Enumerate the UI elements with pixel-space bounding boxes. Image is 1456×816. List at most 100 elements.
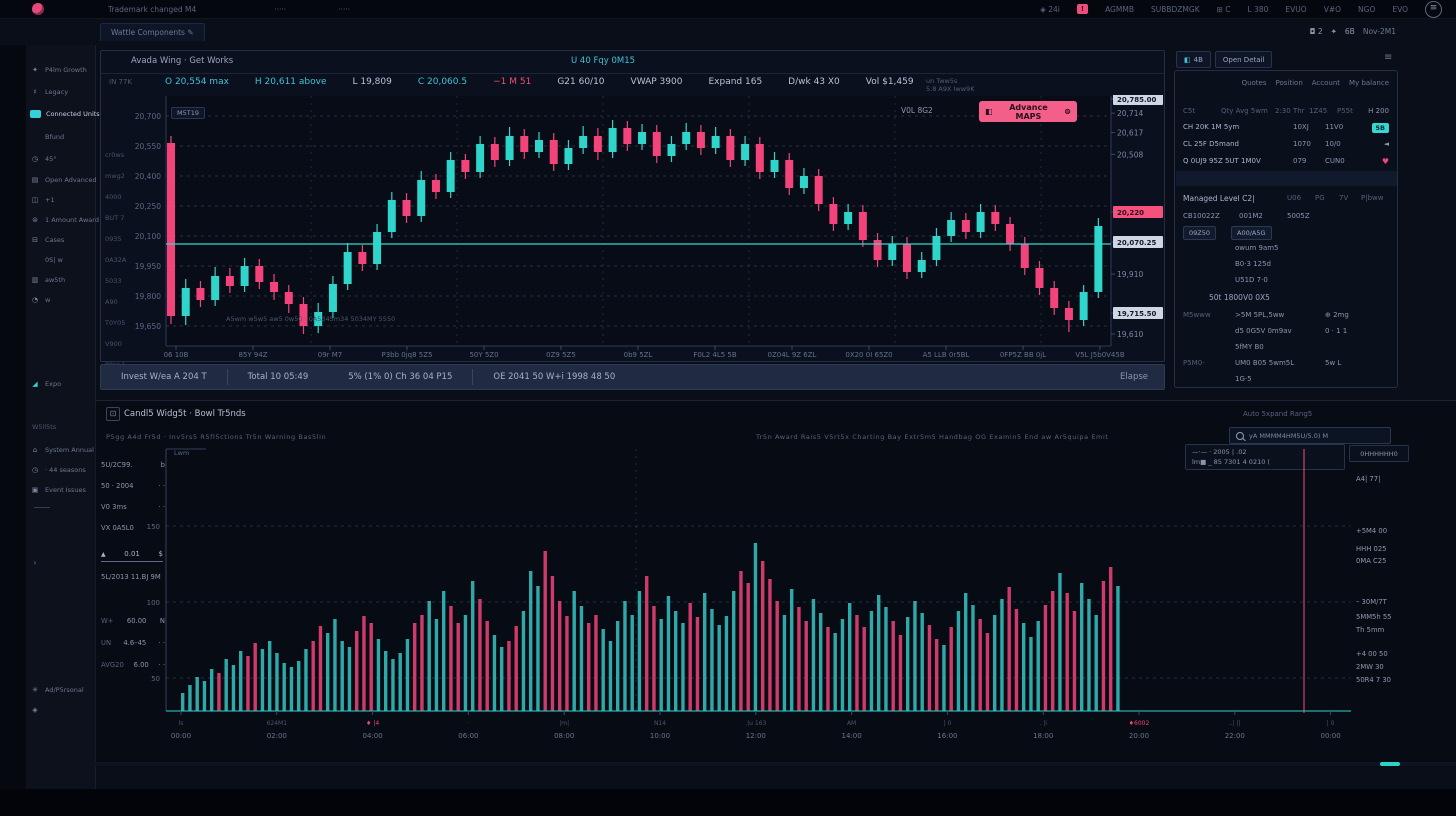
menu-item[interactable]: ◈ 24i: [1040, 5, 1060, 14]
notification-badge[interactable]: !: [1077, 4, 1088, 14]
volume-bar: [333, 619, 336, 711]
volume-bar: [232, 665, 235, 711]
menu-item[interactable]: EVO: [1392, 5, 1408, 14]
volume-bar: [645, 576, 648, 711]
x-axis-label: 50Y 5Z0: [469, 351, 498, 359]
stepper-value[interactable]: 0.01: [124, 550, 140, 558]
candle: [844, 212, 852, 224]
menu-item[interactable]: ·····: [338, 5, 350, 14]
volume-bar: [768, 579, 771, 711]
menu-item[interactable]: NGO: [1358, 5, 1375, 14]
panel-links-row: Quotes Position Account My balance: [1242, 79, 1389, 87]
advanced-maps-button[interactable]: ◧ Advance MAPS ⊜: [979, 101, 1077, 122]
sidebar-item[interactable]: ⊜1 Amount Award: [30, 216, 99, 224]
status-right-label: Elapse: [1120, 372, 1164, 382]
menu-item[interactable]: V#O: [1324, 5, 1341, 14]
menu-item[interactable]: Trademark changed M4: [108, 5, 196, 14]
sidebar-gutter: [0, 45, 26, 790]
info-label: 5U/2C99.: [101, 461, 132, 469]
panel-link[interactable]: Quotes: [1242, 79, 1267, 87]
volume-bar: [913, 601, 916, 711]
sidebar-item[interactable]: ◈: [30, 706, 45, 714]
panel-tab[interactable]: ◧4B: [1176, 51, 1211, 68]
menu-icon[interactable]: ≡: [1425, 1, 1442, 18]
x-axis-label: P3bb 0jq8 5Z5: [381, 351, 432, 359]
order-row-name[interactable]: CH 20K 1M 5ym: [1183, 123, 1239, 131]
volume-bar: [703, 593, 706, 711]
sidebar-item[interactable]: ▤Open Advanced: [30, 176, 97, 184]
sidebar-item[interactable]: ◫+1: [30, 196, 55, 204]
right-axis-label: A4| 77|: [1356, 475, 1380, 483]
volume-bar: [442, 591, 445, 711]
sidebar-item[interactable]: Connected Units: [30, 110, 100, 118]
menu-item[interactable]: L 380: [1248, 5, 1269, 14]
panel-link[interactable]: My balance: [1349, 79, 1389, 87]
sidebar-item[interactable]: ◔w: [30, 296, 50, 304]
menu-item[interactable]: EVUO: [1285, 5, 1306, 14]
x-axis-label: 85Y 94Z: [238, 351, 267, 359]
price-badge-label: 19,715.50: [1117, 310, 1157, 318]
sidebar-item[interactable]: ◢Expo: [30, 380, 61, 388]
sidebar-item[interactable]: Bfund: [30, 133, 64, 141]
stepper-up-icon[interactable]: ▲: [101, 551, 106, 558]
volume-bar: [297, 661, 300, 711]
candle: [785, 160, 793, 188]
sidebar-item[interactable]: ▥aw5th: [30, 276, 65, 284]
volume-bar: [993, 615, 996, 711]
toolbar-icon[interactable]: ◘ 2: [1310, 27, 1323, 36]
volume-bar: [616, 621, 619, 711]
sidebar-item[interactable]: ✦P4lm Growth: [30, 66, 87, 74]
candle: [211, 276, 219, 300]
menu-item[interactable]: SUBBDZMGK: [1151, 5, 1200, 14]
candle: [903, 244, 911, 272]
x-axis-label: 06 10B: [164, 351, 189, 359]
volume-bar: [290, 667, 293, 711]
section-chip[interactable]: A00/A5G: [1231, 226, 1272, 240]
workspace-tab[interactable]: Wattle Components ✎: [100, 23, 205, 41]
sidebar-item[interactable]: ◷45°: [30, 155, 57, 163]
section-col-label: PG: [1315, 194, 1325, 202]
panel-link[interactable]: Account: [1312, 79, 1340, 87]
scrollbar-thumb[interactable]: [1380, 762, 1400, 766]
menu-item[interactable]: AGMMB: [1105, 5, 1134, 14]
panel-link[interactable]: Position: [1276, 79, 1303, 87]
info-value: 4.6–45: [123, 639, 146, 647]
sidebar-item[interactable]: ›: [30, 559, 45, 567]
volume-bar: [464, 615, 467, 711]
panel-tab[interactable]: Open Detail: [1215, 51, 1273, 68]
search-text: yA MMMM4HM5U/5.0) M: [1249, 432, 1328, 440]
x-axis-label: 0Z04L 9Z 6ZL: [768, 351, 817, 359]
horizontal-scrollbar[interactable]: [95, 762, 1456, 766]
toolbar-icon[interactable]: 6B: [1345, 27, 1355, 36]
stat-item: Expand 165: [708, 77, 762, 87]
menu-item[interactable]: ⊞ C: [1217, 5, 1231, 14]
sidebar-item[interactable]: ✳Ad/P5rsonal: [30, 686, 84, 694]
volume-bar: [667, 596, 670, 711]
candle: [447, 160, 455, 192]
menu-item[interactable]: ·····: [274, 5, 286, 14]
sidebar-icon: ◷: [30, 466, 40, 474]
panel-menu-icon[interactable]: ≡: [1384, 52, 1392, 63]
sidebar-item[interactable]: 0S| w: [30, 256, 63, 264]
order-row-name[interactable]: Q 0UJ9 95Z 5UT 1M0V: [1183, 157, 1261, 165]
order-row-name[interactable]: CL 25F D5mand: [1183, 140, 1239, 148]
sidebar-item[interactable]: ▣Event Issues: [30, 486, 86, 494]
volume-bar: [689, 603, 692, 711]
quantity-stepper[interactable]: ▲0.01$: [101, 547, 163, 562]
sidebar-item[interactable]: ⊟Cases: [30, 236, 64, 244]
candle: [859, 212, 867, 240]
app-logo-icon[interactable]: [32, 3, 44, 15]
sidebar-item[interactable]: ♯Legacy: [30, 88, 68, 96]
sidebar-icon: ▣: [30, 486, 40, 494]
panel-checkbox-icon[interactable]: ⊡: [106, 407, 120, 421]
volume-series: [181, 543, 1120, 711]
advanced-maps-button-label: Advance MAPS: [998, 103, 1060, 121]
volume-bar: [1102, 581, 1105, 711]
trade-info-line2: 5.8 A9X Iww9K: [926, 85, 974, 93]
sidebar-item[interactable]: ◷· 44 seasons: [30, 466, 86, 474]
sidebar-item[interactable]: ⌂System Annual: [30, 446, 94, 454]
section-chip[interactable]: 09Z50: [1183, 226, 1216, 240]
status-badge: 5B: [1372, 123, 1389, 133]
x-tick-top: AM: [847, 720, 856, 727]
toolbar-icon[interactable]: ✦: [1331, 27, 1337, 36]
